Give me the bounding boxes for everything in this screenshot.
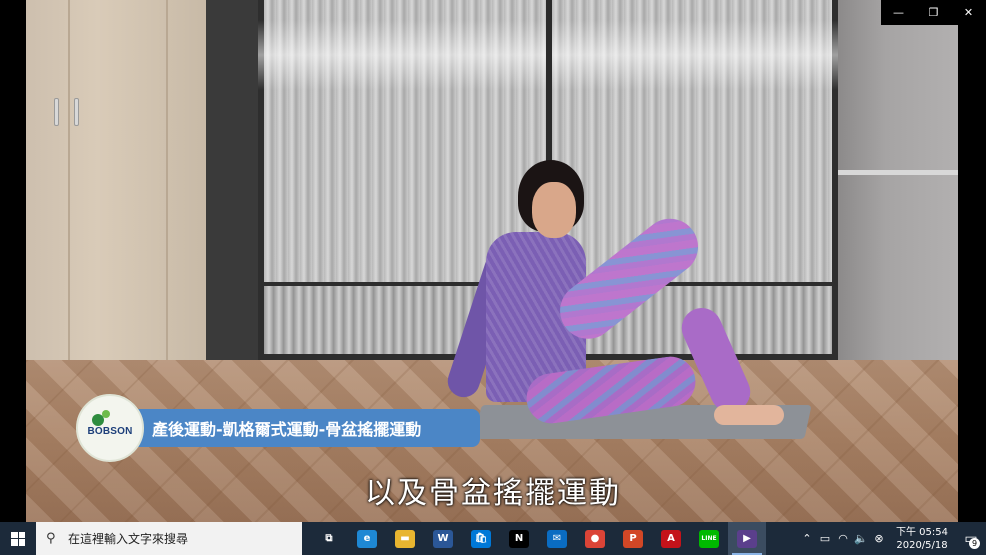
chrome-icon: ● <box>585 529 605 548</box>
video-subtitle: 以及骨盆搖擺運動 <box>365 476 621 511</box>
taskbar-app-line[interactable]: LINE <box>690 522 728 555</box>
clock-date: 2020/5/18 <box>896 539 948 551</box>
close-button[interactable]: ✕ <box>951 0 986 25</box>
line-icon: LINE <box>699 529 719 548</box>
taskbar-app-task-view[interactable]: ⧉ <box>310 522 348 555</box>
cabinet-wall <box>26 0 206 380</box>
taskbar-app-file-explorer[interactable]: ▬ <box>386 522 424 555</box>
wifi-icon[interactable]: ◠ <box>834 532 852 545</box>
search-placeholder: 在這裡輸入文字來搜尋 <box>68 532 189 546</box>
minimize-button[interactable]: — <box>881 0 916 25</box>
wall-rail <box>838 170 958 175</box>
status-x-icon[interactable]: ⊗ <box>870 532 888 545</box>
taskbar-app-store[interactable]: 🛍 <box>462 522 500 555</box>
taskbar-app-word[interactable]: W <box>424 522 462 555</box>
taskbar-clock[interactable]: 下午 05:54 2020/5/18 <box>888 526 956 552</box>
system-tray: ⌃ ▭ ◠ 🔈 ⊗ 下午 05:54 2020/5/18 ▭ 9 <box>798 522 986 555</box>
store-icon: 🛍 <box>471 529 491 548</box>
taskbar-app-chrome[interactable]: ● <box>576 522 614 555</box>
file-explorer-icon: ▬ <box>395 529 415 548</box>
acrobat-icon: A <box>661 529 681 548</box>
volume-icon[interactable]: 🔈 <box>852 532 870 545</box>
taskbar-app-edge[interactable]: e <box>348 522 386 555</box>
taskbar-app-acrobat[interactable]: A <box>652 522 690 555</box>
edge-icon: e <box>357 529 377 548</box>
notification-count: 9 <box>969 538 980 549</box>
show-hidden-icons-icon[interactable]: ⌃ <box>798 532 816 545</box>
video-title-banner: 產後運動-凱格爾式運動-骨盆搖擺運動 <box>128 409 480 447</box>
ppt-app-icon: P <box>623 529 643 548</box>
bobson-logo: BOBSON <box>76 394 144 462</box>
task-view-icon: ⧉ <box>319 529 339 548</box>
dark-pillar <box>206 0 258 360</box>
taskbar-app-ppt-app[interactable]: P <box>614 522 652 555</box>
word-icon: W <box>433 529 453 548</box>
pinned-apps: ⧉ e ▬ W 🛍 N ✉ ● P A LINE ▶ <box>310 522 766 555</box>
mail-icon: ✉ <box>547 529 567 548</box>
restore-button[interactable]: ❐ <box>916 0 951 25</box>
windows-logo-icon <box>11 531 25 546</box>
action-center-button[interactable]: ▭ 9 <box>956 522 986 555</box>
instructor-figure <box>443 160 826 430</box>
video-title: 產後運動-凱格爾式運動-骨盆搖擺運動 <box>152 420 422 439</box>
taskbar-app-video-player[interactable]: ▶ <box>728 522 766 555</box>
taskbar-app-netflix[interactable]: N <box>500 522 538 555</box>
netflix-icon: N <box>509 529 529 548</box>
video-player-area[interactable]: BOBSON 產後運動-凱格爾式運動-骨盆搖擺運動 以及骨盆搖擺運動 <box>0 0 986 522</box>
start-button[interactable] <box>0 522 36 555</box>
taskbar-search-box[interactable]: ⚲ 在這裡輸入文字來搜尋 <box>36 522 302 555</box>
right-wall <box>838 0 958 395</box>
taskbar: ⚲ 在這裡輸入文字來搜尋 ⧉ e ▬ W 🛍 N ✉ ● P A LINE ▶ ⌃ ▭ ◠ 🔈 ⊗ 下… <box>0 522 986 555</box>
battery-icon[interactable]: ▭ <box>816 532 834 545</box>
logo-brand-text: BOBSON <box>87 425 133 437</box>
taskbar-app-mail[interactable]: ✉ <box>538 522 576 555</box>
search-icon: ⚲ <box>46 531 56 546</box>
window-controls: — ❐ ✕ <box>881 0 986 25</box>
clock-time: 下午 05:54 <box>896 526 948 538</box>
video-player-icon: ▶ <box>737 529 757 548</box>
